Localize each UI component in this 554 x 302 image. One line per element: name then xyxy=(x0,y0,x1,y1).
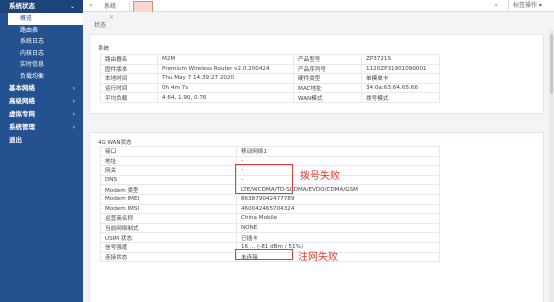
annotation-dial-fail: 拨号失败 xyxy=(300,171,340,182)
field-value: 34:0a:63:64:65:66 xyxy=(361,82,440,94)
field-value: M2M xyxy=(157,54,294,65)
tab-bar: « 系统✕ » 标签操作 ▾ xyxy=(83,0,554,21)
sidebar-group-vpn[interactable]: 虚拟专网 › xyxy=(0,108,83,121)
field-label: 运营商名称 xyxy=(100,213,237,224)
field-label: 硬件类型 xyxy=(293,73,362,84)
sidebar-group-advanced-network[interactable]: 高级网络 › xyxy=(0,95,83,108)
field-label: Modem 类型 xyxy=(100,184,237,195)
table-row: 运行时间 0h 4m 7s MAC地址 34:0a:63:64:65:66 xyxy=(100,82,440,94)
field-value: ZP3721S xyxy=(361,54,440,65)
chevron-right-icon: › xyxy=(72,124,75,131)
field-value: 863879042477789 xyxy=(236,193,440,205)
tab-system[interactable]: 系统✕ xyxy=(100,1,130,21)
field-value: 1120ZP31901090001 xyxy=(361,63,440,75)
field-label: Modem IMEI xyxy=(100,193,237,205)
field-value: 单模单卡 xyxy=(361,73,440,84)
tab-active[interactable] xyxy=(133,1,153,12)
chevron-right-icon: › xyxy=(72,111,75,118)
field-value: China Mobile xyxy=(236,213,440,224)
field-value: 0h 4m 7s xyxy=(157,82,294,94)
field-label: 固件版本 xyxy=(100,63,158,75)
sidebar-item-system-log[interactable]: 系统日志 xyxy=(0,36,83,48)
table-row: 本地时间 Thu May 7 14:39:27 2020 硬件类型 单模单卡 xyxy=(100,73,440,84)
tab-scroll-left-icon[interactable]: « xyxy=(85,0,97,12)
annotation-register-fail: 注网失败 xyxy=(298,252,338,263)
field-value: NONE xyxy=(236,222,440,234)
field-label: DNS xyxy=(100,174,237,186)
field-value: Thu May 7 14:39:27 2020 xyxy=(157,73,294,84)
field-label: Modem IMSI xyxy=(100,203,237,215)
sidebar-item-load-balance[interactable]: 负载均衡 xyxy=(0,71,83,83)
table-row: Modem IMSI 460042465704324 xyxy=(100,203,440,215)
field-value: 4.64, 1.90, 0.76 xyxy=(157,92,294,103)
sidebar-item-kernel-log[interactable]: 内核日志 xyxy=(0,48,83,60)
field-label: MAC地址 xyxy=(293,82,362,94)
field-label: 路由器名 xyxy=(100,54,158,65)
field-value: 460042465704324 xyxy=(236,203,440,215)
panel-title: 4G WAN状态 xyxy=(98,140,132,146)
field-value: 移动网络1 xyxy=(236,146,440,157)
field-label: 网关 xyxy=(100,165,237,176)
breadcrumb: 状态 xyxy=(94,22,107,29)
field-value: 拨号模式 xyxy=(361,92,440,103)
field-value: Premium Wireless Router v2.0.200424 xyxy=(157,63,294,75)
sidebar-group-label: 高级网络 xyxy=(9,97,35,105)
system-panel: 系统 路由器名 M2M 产品型号 ZP3721S 固件版本 Premium Wireles… xyxy=(89,34,544,114)
sidebar-group-label: 虚拟专网 xyxy=(9,110,35,118)
sidebar: 系统状态 ⌄ 概览 路由表 系统日志 内核日志 实时信息 负载均衡 基本网络 ›… xyxy=(0,0,83,302)
field-value: 已插卡 xyxy=(236,232,440,243)
sidebar-item-logout[interactable]: 退出 xyxy=(0,134,83,147)
chevron-down-icon: ⌄ xyxy=(69,3,75,10)
field-label: 平均负载 xyxy=(100,92,158,103)
sidebar-item-route-table[interactable]: 路由表 xyxy=(0,25,83,37)
field-label: 产品序列号 xyxy=(293,63,362,75)
field-label: 连接状态 xyxy=(100,251,237,263)
field-label: USIM 状态 xyxy=(100,232,237,243)
sidebar-group-system-admin[interactable]: 系统管理 › xyxy=(0,121,83,134)
tab-scroll-right-icon[interactable]: » xyxy=(490,0,502,12)
panel-title: 系统 xyxy=(98,46,110,52)
system-info-table: 路由器名 M2M 产品型号 ZP3721S 固件版本 Premium Wireless R… xyxy=(100,54,440,103)
field-label: 地址 xyxy=(100,155,237,167)
table-row: 路由器名 M2M 产品型号 ZP3721S xyxy=(100,54,440,65)
sidebar-group-system-status[interactable]: 系统状态 ⌄ xyxy=(0,0,83,13)
field-label: 运行时间 xyxy=(100,82,158,94)
table-row: Modem IMEI 863879042477789 xyxy=(100,193,440,205)
field-label: WAN模式 xyxy=(293,92,362,103)
chevron-right-icon: › xyxy=(72,98,75,105)
sidebar-group-label: 基本网络 xyxy=(9,84,35,92)
field-label: 本地时间 xyxy=(100,73,158,84)
chevron-right-icon: › xyxy=(72,85,75,92)
table-row: 运营商名称 China Mobile xyxy=(100,213,440,224)
sidebar-group-basic-network[interactable]: 基本网络 › xyxy=(0,82,83,95)
highlight-box-address xyxy=(235,164,293,194)
scrollbar-thumb[interactable] xyxy=(550,34,553,94)
tab-actions-menu[interactable]: 标签操作 ▾ xyxy=(508,0,552,12)
highlight-box-network-mode xyxy=(235,249,293,260)
table-row: USIM 状态 已插卡 xyxy=(100,232,440,243)
table-row: 固件版本 Premium Wireless Router v2.0.200424 产… xyxy=(100,63,440,75)
sidebar-group-label: 系统管理 xyxy=(9,123,35,131)
field-label: 信号强度 xyxy=(100,241,237,253)
sidebar-item-overview[interactable]: 概览 xyxy=(8,13,83,25)
sidebar-item-realtime[interactable]: 实时信息 xyxy=(0,59,83,71)
wan-panel: 4G WAN状态 接口 移动网络1 地址 - 网关 - DNS - Modem 类型 LTE/WC… xyxy=(89,132,544,302)
field-label: 接口 xyxy=(100,146,237,157)
field-label: 产品型号 xyxy=(293,54,362,65)
table-row: 平均负载 4.64, 1.90, 0.76 WAN模式 拨号模式 xyxy=(100,92,440,103)
field-label: 当前网络制式 xyxy=(100,222,237,234)
scrollbar[interactable] xyxy=(549,30,554,302)
tab-label: 系统 xyxy=(104,3,117,10)
table-row: 接口 移动网络1 xyxy=(100,146,440,157)
table-row: 当前网络制式 NONE xyxy=(100,222,440,234)
sidebar-group-label: 系统状态 xyxy=(9,2,35,10)
sidebar-group-label: 退出 xyxy=(9,136,22,144)
